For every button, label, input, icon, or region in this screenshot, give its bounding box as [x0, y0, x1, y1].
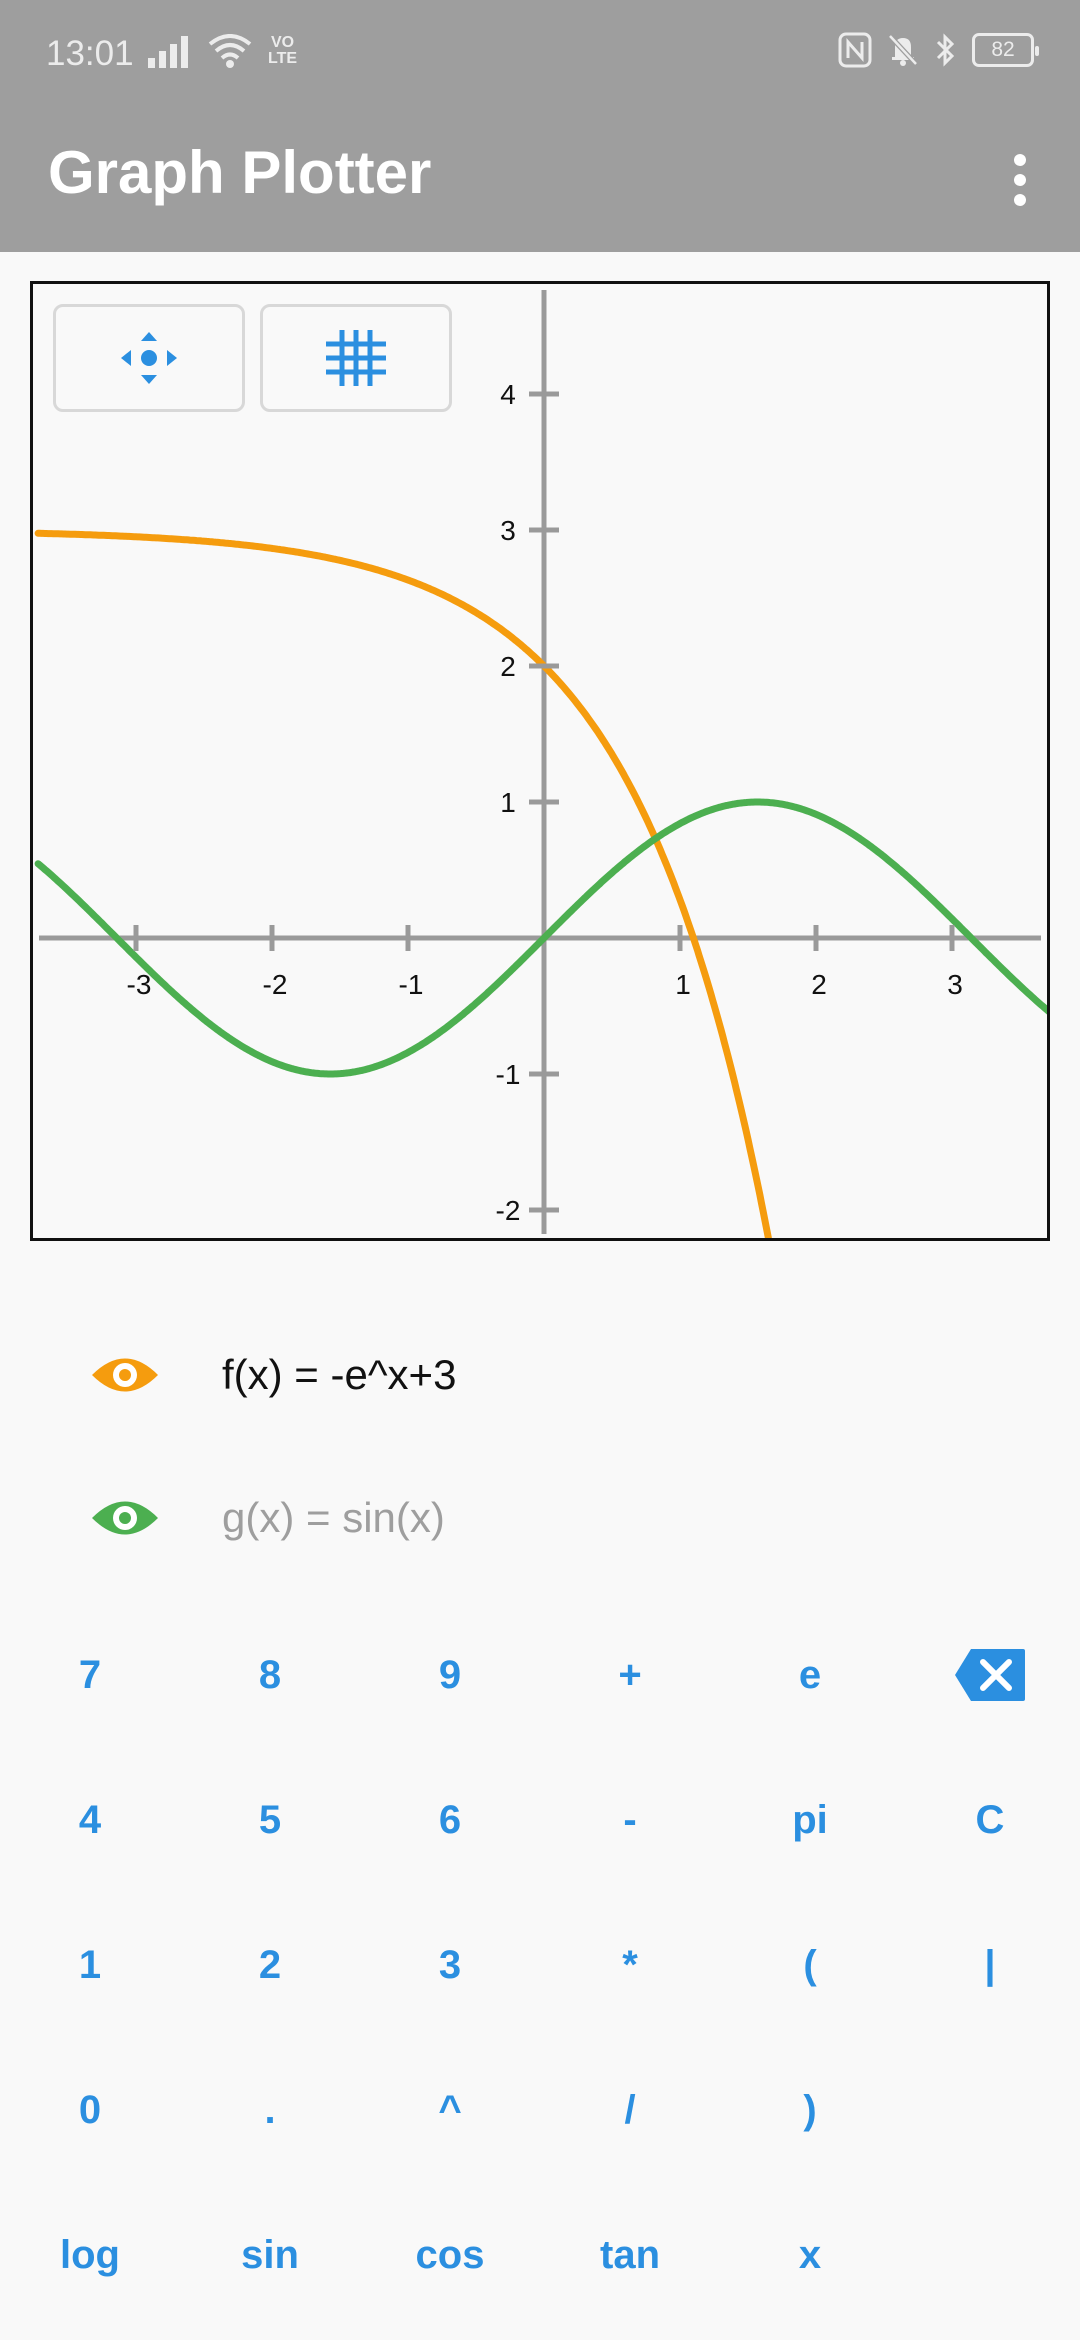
x-tick-label: -3 — [127, 969, 152, 1000]
y-tick-label: 4 — [500, 379, 516, 410]
app-bar: Graph Plotter — [0, 108, 1080, 252]
key-lparen[interactable]: ( — [720, 1910, 900, 2020]
key-tan[interactable]: tan — [540, 2200, 720, 2310]
key-1[interactable]: 1 — [0, 1910, 180, 2020]
eye-icon[interactable] — [90, 1352, 160, 1398]
key-plus[interactable]: + — [540, 1620, 720, 1730]
key-cos[interactable]: cos — [360, 2200, 540, 2310]
status-right-icons: 82 — [838, 32, 1039, 68]
key-9[interactable]: 9 — [360, 1620, 540, 1730]
volte-icon: VO LTE — [268, 35, 297, 67]
key-power[interactable]: ^ — [360, 2055, 540, 2165]
volte-top: VO — [270, 34, 295, 51]
graph-canvas[interactable]: -3 -2 -1 1 2 3 -2 -1 1 2 3 4 — [30, 281, 1050, 1241]
overflow-dot — [1014, 194, 1026, 206]
y-tick-label: -2 — [496, 1195, 521, 1226]
app-title: Graph Plotter — [48, 139, 432, 206]
key-times[interactable]: * — [540, 1910, 720, 2020]
key-C[interactable]: C — [900, 1765, 1080, 1875]
key-6[interactable]: 6 — [360, 1765, 540, 1875]
key-5[interactable]: 5 — [180, 1765, 360, 1875]
key-3[interactable]: 3 — [360, 1910, 540, 2020]
backspace-icon — [955, 1649, 1025, 1701]
signal-icon — [148, 36, 188, 68]
status-left-icons: VO LTE — [148, 34, 297, 68]
function-row-f[interactable]: f(x) = -e^x+3 — [0, 1315, 1080, 1435]
overflow-menu-button[interactable] — [1000, 142, 1040, 218]
bluetooth-icon — [936, 33, 955, 67]
y-tick-label: 1 — [500, 787, 516, 818]
key-minus[interactable]: - — [540, 1765, 720, 1875]
key-0[interactable]: 0 — [0, 2055, 180, 2165]
x-tick-label: -2 — [263, 969, 288, 1000]
key-log[interactable]: log — [0, 2200, 180, 2310]
y-tick-label: -1 — [496, 1059, 521, 1090]
key-7[interactable]: 7 — [0, 1620, 180, 1730]
overflow-dot — [1014, 154, 1026, 166]
key-sin[interactable]: sin — [180, 2200, 360, 2310]
battery-level: 82 — [991, 38, 1015, 61]
eye-icon[interactable] — [90, 1495, 160, 1541]
key-bar[interactable]: | — [900, 1910, 1080, 2020]
key-x[interactable]: x — [720, 2200, 900, 2310]
mute-bell-icon — [888, 34, 918, 66]
overflow-dot — [1014, 174, 1026, 186]
key-e[interactable]: e — [720, 1620, 900, 1730]
x-tick-label: 1 — [675, 969, 691, 1000]
status-bar: 13:01 VO LTE 82 — [0, 0, 1080, 108]
function-label-g[interactable]: g(x) = sin(x) — [222, 1494, 445, 1542]
volte-bottom: LTE — [268, 50, 298, 67]
wifi-icon — [208, 34, 252, 68]
nfc-icon — [838, 32, 872, 68]
function-label-f[interactable]: f(x) = -e^x+3 — [222, 1351, 456, 1399]
key-2[interactable]: 2 — [180, 1910, 360, 2020]
y-tick-label: 3 — [500, 515, 516, 546]
key-4[interactable]: 4 — [0, 1765, 180, 1875]
grid-toggle-button[interactable] — [260, 304, 452, 412]
function-row-g[interactable]: g(x) = sin(x) — [0, 1458, 1080, 1578]
battery-icon: 82 — [972, 33, 1039, 67]
status-time: 13:01 — [46, 34, 134, 73]
key-rparen[interactable]: ) — [720, 2055, 900, 2165]
key-pi[interactable]: pi — [720, 1765, 900, 1875]
backspace-key[interactable] — [900, 1620, 1080, 1730]
x-tick-label: 2 — [811, 969, 827, 1000]
pan-icon — [121, 332, 177, 384]
key-8[interactable]: 8 — [180, 1620, 360, 1730]
x-tick-label: -1 — [399, 969, 424, 1000]
pan-mode-button[interactable] — [53, 304, 245, 412]
key-dot[interactable]: . — [180, 2055, 360, 2165]
y-tick-label: 2 — [500, 651, 516, 682]
x-tick-label: 3 — [947, 969, 963, 1000]
series-line-f — [34, 529, 772, 1238]
graph-svg: -3 -2 -1 1 2 3 -2 -1 1 2 3 4 — [34, 290, 1047, 1238]
key-divide[interactable]: / — [540, 2055, 720, 2165]
grid-icon — [326, 330, 386, 386]
